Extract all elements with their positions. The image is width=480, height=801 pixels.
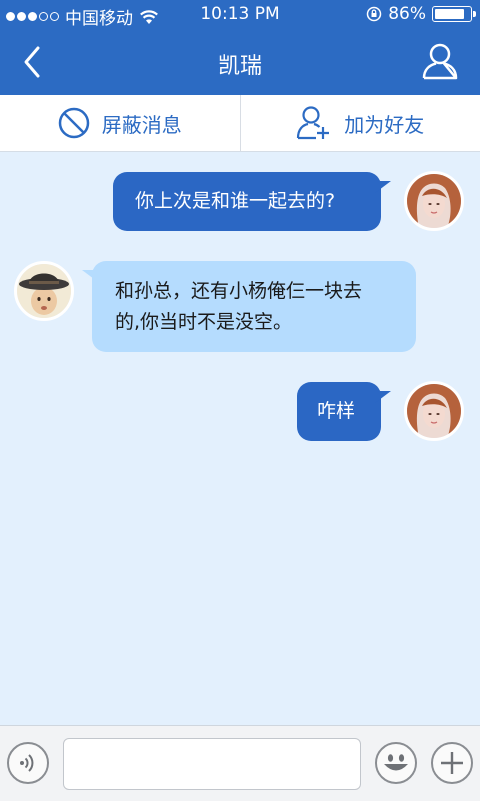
block-icon [58,107,90,139]
message-text: 你上次是和谁一起去的? [135,190,335,212]
message-text-line: 和孙总，还有小杨俺仨一块去 [115,276,416,307]
voice-button[interactable] [7,742,49,784]
message-input[interactable] [63,738,361,790]
message-bubble-outgoing[interactable]: 你上次是和谁一起去的? [113,172,381,231]
add-friend-button[interactable]: 加为好友 [241,95,480,151]
battery-percent: 86% [388,4,426,24]
plus-icon [433,744,471,782]
lock-rotation-icon [366,6,382,22]
message-text-line: 的,你当时不是没空。 [115,307,416,338]
action-row: 屏蔽消息 加为好友 [0,95,480,152]
emoji-icon [377,744,415,782]
block-messages-label: 屏蔽消息 [102,109,182,138]
nav-bar: 凯瑞 [0,30,480,95]
input-bar [0,725,480,801]
add-friend-icon [296,105,332,141]
message-text: 咋样 [317,400,355,422]
header: 中国移动 10:13 PM 86% 凯瑞 [0,0,480,95]
battery-fill [435,9,464,19]
voice-icon [9,744,47,782]
add-friend-label: 加为好友 [344,109,424,138]
page-title: 凯瑞 [0,48,480,80]
status-right: 86% [366,4,472,24]
battery-icon [432,6,472,22]
self-avatar[interactable] [404,171,464,231]
status-bar: 中国移动 10:13 PM 86% [0,0,480,30]
profile-button[interactable] [422,42,458,80]
contact-avatar[interactable] [14,261,74,321]
message-bubble-outgoing[interactable]: 咋样 [297,382,381,441]
block-messages-button[interactable]: 屏蔽消息 [0,95,241,151]
self-avatar[interactable] [404,381,464,441]
message-bubble-incoming[interactable]: 和孙总，还有小杨俺仨一块去 的,你当时不是没空。 [92,261,416,352]
emoji-button[interactable] [375,742,417,784]
more-button[interactable] [431,742,473,784]
profile-icon [422,42,458,80]
